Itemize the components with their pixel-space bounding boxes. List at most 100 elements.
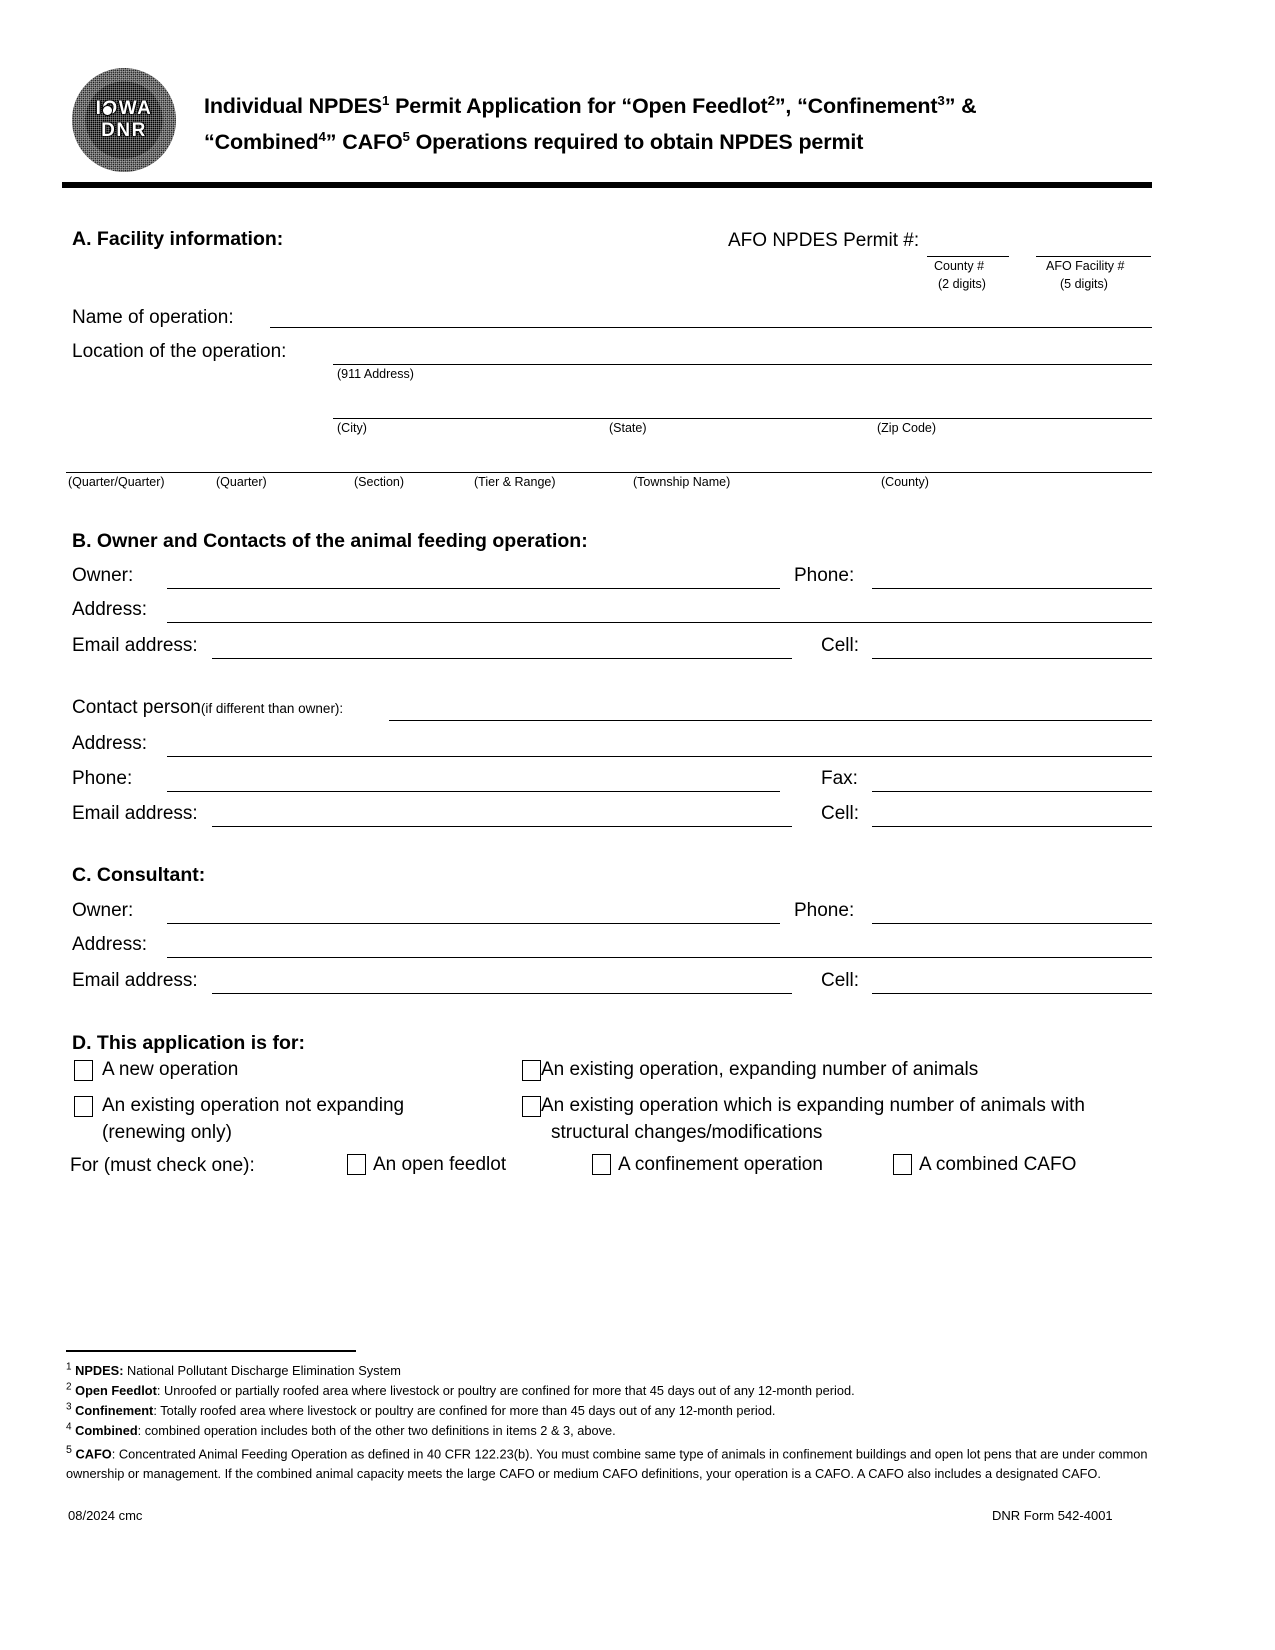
checkbox-confinement-operation[interactable]	[592, 1154, 611, 1175]
footnote-1-marker: 1	[66, 1361, 72, 1373]
afo-facility-number-input-line[interactable]	[1036, 256, 1151, 257]
consultant-owner-input-line[interactable]	[167, 923, 780, 924]
footnote-5: 5 CAFO: Concentrated Animal Feeding Oper…	[66, 1441, 1152, 1483]
footnote-1-text: National Pollutant Discharge Elimination…	[123, 1363, 401, 1378]
county-number-input-line[interactable]	[927, 256, 1009, 257]
label-combined-cafo: A combined CAFO	[919, 1154, 1077, 1175]
consultant-cell-input-line[interactable]	[872, 993, 1152, 994]
consultant-phone-input-line[interactable]	[872, 923, 1152, 924]
owner-input-line[interactable]	[167, 588, 780, 589]
title-seg-1: Individual NPDES	[204, 94, 382, 118]
location-of-operation-label: Location of the operation:	[72, 341, 287, 362]
legal-description-input-line[interactable]	[66, 472, 1152, 473]
footnote-3: 3 Confinement: Totally roofed area where…	[66, 1401, 776, 1421]
contact-person-input-line[interactable]	[389, 720, 1152, 721]
contact-person-label: Contact person	[72, 697, 201, 718]
footnote-2: 2 Open Feedlot: Unroofed or partially ro…	[66, 1381, 855, 1401]
footnote-3-term: Confinement	[75, 1403, 154, 1418]
footnote-2-term: Open Feedlot	[75, 1383, 157, 1398]
title-seg-3: ”, “Confinement	[774, 94, 938, 118]
consultant-cell-label: Cell:	[821, 970, 860, 991]
owner-cell-label: Cell:	[821, 635, 860, 656]
contact-fax-label: Fax:	[821, 768, 858, 789]
document-title: Individual NPDES1 Permit Application for…	[204, 62, 977, 160]
owner-label: Owner:	[72, 565, 134, 586]
label-new-operation: A new operation	[102, 1059, 239, 1080]
owner-email-input-line[interactable]	[212, 658, 792, 659]
title-sup-5: 5	[402, 128, 410, 144]
county-caption: (County)	[881, 475, 929, 489]
logo-text-iowa: IOWA	[95, 98, 153, 119]
owner-phone-input-line[interactable]	[872, 588, 1152, 589]
consultant-phone-label: Phone:	[794, 900, 855, 921]
owner-address-input-line[interactable]	[167, 622, 1152, 623]
owner-cell-input-line[interactable]	[872, 658, 1152, 659]
city-caption: (City)	[337, 421, 367, 435]
checkbox-existing-expanding-structural[interactable]	[522, 1096, 541, 1117]
label-open-feedlot: An open feedlot	[373, 1154, 507, 1175]
footnote-5-term: CAFO	[75, 1446, 112, 1462]
quarter-quarter-caption: (Quarter/Quarter)	[68, 475, 165, 489]
label-existing-not-expanding: An existing operation not expanding	[102, 1095, 405, 1116]
checkbox-existing-not-expanding[interactable]	[74, 1096, 93, 1117]
city-state-zip-input-line[interactable]	[333, 418, 1152, 419]
label-confinement-operation: A confinement operation	[618, 1154, 823, 1175]
form-number: DNR Form 542-4001	[992, 1508, 1113, 1523]
owner-phone-label: Phone:	[794, 565, 855, 586]
consultant-owner-label: Owner:	[72, 900, 134, 921]
footnote-2-marker: 2	[66, 1381, 72, 1393]
for-must-check-one-label: For (must check one):	[70, 1155, 255, 1176]
logo-dot-decoration	[103, 106, 112, 115]
section-b-heading: B. Owner and Contacts of the animal feed…	[72, 530, 588, 552]
title-seg-5: “Combined	[204, 130, 319, 154]
form-revision-date: 08/2024 cmc	[68, 1508, 143, 1523]
state-caption: (State)	[609, 421, 647, 435]
footnote-1: 1 NPDES: National Pollutant Discharge El…	[66, 1361, 401, 1381]
checkbox-existing-expanding[interactable]	[522, 1060, 541, 1081]
footnote-3-text: : Totally roofed area where livestock or…	[153, 1403, 776, 1418]
iowa-dnr-logo-icon: IOWA DNR	[72, 68, 176, 172]
contact-person-note: (if different than owner):	[200, 701, 344, 716]
contact-fax-input-line[interactable]	[872, 791, 1152, 792]
label-existing-expanding: An existing operation, expanding number …	[541, 1059, 979, 1080]
tier-range-caption: (Tier & Range)	[474, 475, 556, 489]
footnote-4: 4 Combined: combined operation includes …	[66, 1421, 616, 1441]
section-c-heading: C. Consultant:	[72, 864, 206, 886]
contact-cell-input-line[interactable]	[872, 826, 1152, 827]
section-a-heading: A. Facility information:	[72, 228, 284, 250]
owner-email-label: Email address:	[72, 635, 198, 656]
title-seg-2: Permit Application for “Open Feedlot	[389, 94, 768, 118]
location-911-address-input-line[interactable]	[333, 364, 1152, 365]
checkbox-open-feedlot[interactable]	[347, 1154, 366, 1175]
footnote-1-term: NPDES:	[75, 1363, 124, 1378]
owner-address-label: Address:	[72, 599, 147, 620]
footnote-divider	[66, 1350, 356, 1352]
label-existing-expanding-structural: An existing operation which is expanding…	[541, 1095, 1085, 1116]
footnote-5-text: : Concentrated Animal Feeding Operation …	[66, 1446, 1148, 1481]
checkbox-new-operation[interactable]	[74, 1060, 93, 1081]
label-renewing-only: (renewing only)	[102, 1122, 232, 1143]
quarter-caption: (Quarter)	[216, 475, 267, 489]
contact-email-input-line[interactable]	[212, 826, 792, 827]
county-number-digits-caption: (2 digits)	[938, 277, 986, 291]
contact-phone-label: Phone:	[72, 768, 133, 789]
checkbox-combined-cafo[interactable]	[893, 1154, 912, 1175]
title-sup-2: 2	[767, 92, 775, 108]
footnote-2-text: : Unroofed or partially roofed area wher…	[156, 1383, 855, 1398]
section-d-heading: D. This application is for:	[72, 1032, 305, 1054]
title-seg-4: ” &	[944, 94, 977, 118]
contact-phone-input-line[interactable]	[167, 791, 780, 792]
document-header: IOWA DNR Individual NPDES1 Permit Applic…	[62, 62, 1152, 187]
contact-person-label-group: Contact person(if different than owner):	[72, 698, 343, 718]
consultant-address-label: Address:	[72, 934, 147, 955]
footnote-4-term: Combined	[75, 1423, 138, 1438]
name-of-operation-input-line[interactable]	[270, 327, 1152, 328]
form-page: IOWA DNR Individual NPDES1 Permit Applic…	[0, 0, 1275, 1650]
title-sup-3: 3	[937, 92, 945, 108]
contact-address-input-line[interactable]	[167, 756, 1152, 757]
consultant-address-input-line[interactable]	[167, 957, 1152, 958]
title-seg-7: Operations required to obtain NPDES perm…	[409, 130, 864, 154]
consultant-email-input-line[interactable]	[212, 993, 792, 994]
name-of-operation-label: Name of operation:	[72, 307, 234, 328]
document-title-line-1: Individual NPDES1 Permit Application for…	[204, 88, 977, 124]
